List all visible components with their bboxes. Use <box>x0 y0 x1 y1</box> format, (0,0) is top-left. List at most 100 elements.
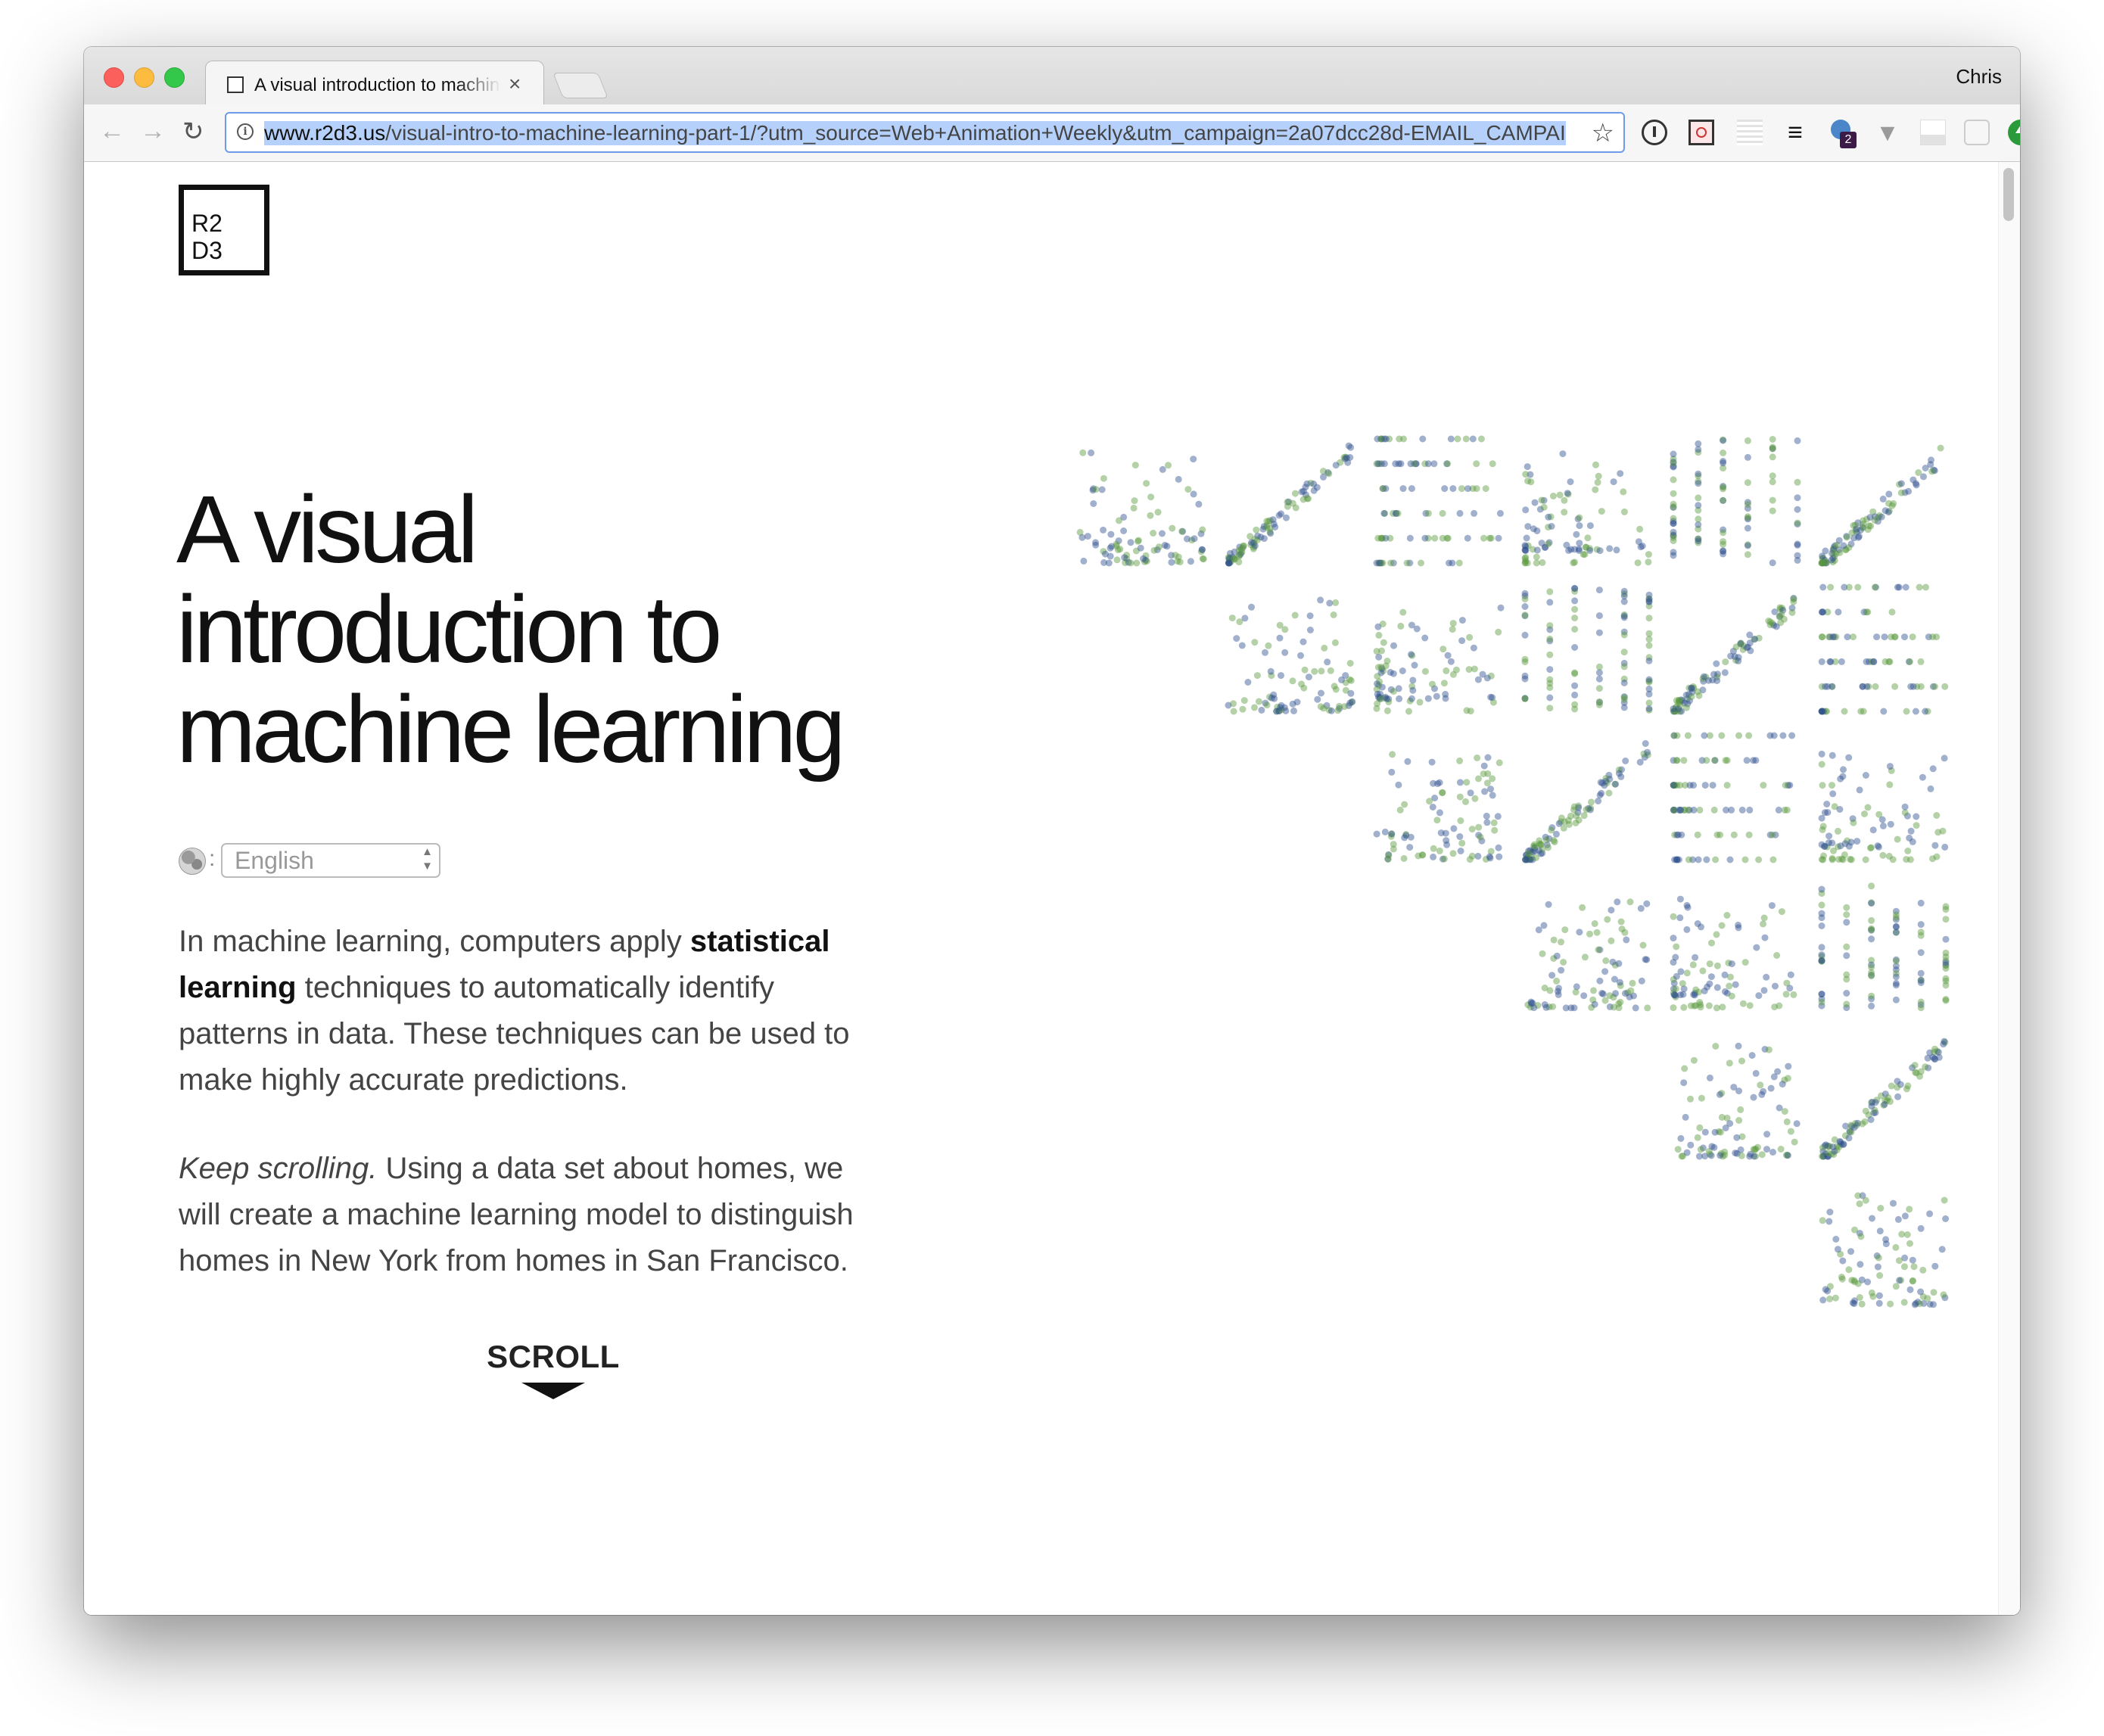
scatter-point <box>1443 837 1450 845</box>
scatter-point <box>1794 556 1801 564</box>
scatter-point <box>1548 972 1556 979</box>
forward-arrow-icon[interactable]: → <box>140 117 166 146</box>
scatter-point <box>1722 658 1729 666</box>
scatter-point <box>1324 658 1331 666</box>
scatter-point <box>1419 851 1427 858</box>
scatter-point <box>1247 533 1254 540</box>
close-window-button[interactable] <box>104 67 124 88</box>
address-bar[interactable]: i www.r2d3.us/visual-intro-to-machine-le… <box>225 112 1625 153</box>
scatter-point <box>1746 1153 1754 1160</box>
scatter-point <box>1127 559 1134 567</box>
scatter-point <box>1576 514 1583 521</box>
cast-icon[interactable] <box>1964 120 1990 145</box>
scatter-point <box>1853 525 1860 533</box>
scatter-point <box>1938 1246 1946 1253</box>
scatter-point <box>1521 655 1529 663</box>
profile-name[interactable]: Chris <box>1956 65 2002 89</box>
scatter-point <box>1838 658 1845 665</box>
scatter-point <box>1464 485 1471 493</box>
scrollbar-thumb[interactable] <box>2003 168 2014 221</box>
scatter-point <box>1885 490 1893 498</box>
onepassword-icon[interactable] <box>1642 120 1667 145</box>
scatter-point <box>1941 843 1949 851</box>
scatter-point <box>1131 497 1138 505</box>
scatter-point <box>1612 780 1620 788</box>
scatter-point <box>1770 732 1778 739</box>
scatter-point <box>1843 534 1850 541</box>
r2d3-logo[interactable]: R2 D3 <box>179 185 269 275</box>
back-arrow-icon[interactable]: ← <box>99 117 125 146</box>
new-tab-button[interactable] <box>552 73 608 98</box>
scatter-point <box>1402 832 1410 839</box>
upload-icon[interactable] <box>2008 120 2020 145</box>
scatter-point <box>1875 1254 1882 1262</box>
scatter-point <box>1845 842 1853 850</box>
scatter-point <box>1449 626 1456 633</box>
scatter-point <box>1850 1124 1858 1131</box>
scatter-point <box>1303 480 1311 487</box>
reader-icon[interactable] <box>1737 120 1763 145</box>
scatter-point <box>1521 672 1529 680</box>
logo-line-2: D3 <box>191 237 223 264</box>
scatter-point <box>1131 462 1139 469</box>
buffer-layers-icon[interactable]: ≡ <box>1782 120 1808 145</box>
scatter-point <box>1897 480 1905 487</box>
scatter-point <box>1429 804 1436 810</box>
tab-close-icon[interactable]: × <box>509 72 521 96</box>
scatter-point <box>1670 782 1677 789</box>
scatter-point <box>1906 658 1913 665</box>
scatter-point <box>1546 684 1554 692</box>
scatter-point <box>1818 944 1825 951</box>
chart-icon[interactable] <box>1920 120 1946 145</box>
scatter-point <box>1705 1002 1713 1010</box>
scatter-point <box>1163 543 1171 550</box>
scroll-cue[interactable]: SCROLL <box>478 1339 629 1399</box>
scatter-point <box>1901 803 1909 810</box>
scatter-point <box>1890 1199 1897 1207</box>
info-icon[interactable]: i <box>237 123 254 140</box>
screenshot-icon[interactable] <box>1688 120 1714 145</box>
scatter-point <box>1464 534 1471 542</box>
slack-icon[interactable]: 2 <box>1829 120 1857 148</box>
url-text[interactable]: www.r2d3.us/visual-intro-to-machine-lear… <box>264 121 1566 145</box>
scatter-point <box>1869 826 1877 834</box>
scatter-point <box>1720 437 1727 444</box>
scatter-point <box>1482 485 1489 493</box>
scatter-point <box>1829 633 1837 641</box>
scatter-point <box>1496 759 1503 767</box>
scatter-point <box>1394 509 1402 517</box>
language-select[interactable]: English ▲ ▼ <box>221 843 440 878</box>
scatter-point <box>1699 967 1707 975</box>
scatter-point <box>1778 611 1785 618</box>
reload-icon[interactable]: ↻ <box>182 117 204 147</box>
scatter-point <box>1408 695 1415 702</box>
scatter-point <box>1571 546 1579 553</box>
scatter-point <box>1638 977 1645 985</box>
scatter-point <box>1572 988 1580 996</box>
scatter-point <box>1926 1301 1934 1308</box>
scatter-point <box>1690 1056 1698 1064</box>
scatter-point <box>1732 981 1739 988</box>
scatter-point <box>1383 707 1391 714</box>
vue-devtools-icon[interactable]: ▼ <box>1875 120 1900 145</box>
matrix-cell <box>1818 750 1949 863</box>
scatter-point <box>1620 508 1628 515</box>
bookmark-star-icon[interactable]: ☆ <box>1592 118 1614 148</box>
minimize-window-button[interactable] <box>134 67 154 88</box>
scatter-point <box>1850 633 1857 641</box>
scatter-point <box>1746 1002 1754 1010</box>
scatter-point <box>1595 472 1602 480</box>
scatter-point <box>1758 1151 1766 1159</box>
vertical-scrollbar[interactable] <box>1998 162 2020 1615</box>
scatter-point <box>1190 490 1197 498</box>
scatter-point <box>1735 657 1742 664</box>
scatter-point <box>1695 470 1702 478</box>
zoom-window-button[interactable] <box>164 67 185 88</box>
scatter-point <box>1645 676 1653 683</box>
scatter-point <box>1278 510 1285 518</box>
tab-active[interactable]: A visual introduction to machine learnin… <box>205 61 544 106</box>
scatter-point <box>1835 827 1841 835</box>
scatter-point <box>1434 780 1441 788</box>
scatter-point <box>1837 775 1844 782</box>
scatter-point <box>1558 938 1564 946</box>
